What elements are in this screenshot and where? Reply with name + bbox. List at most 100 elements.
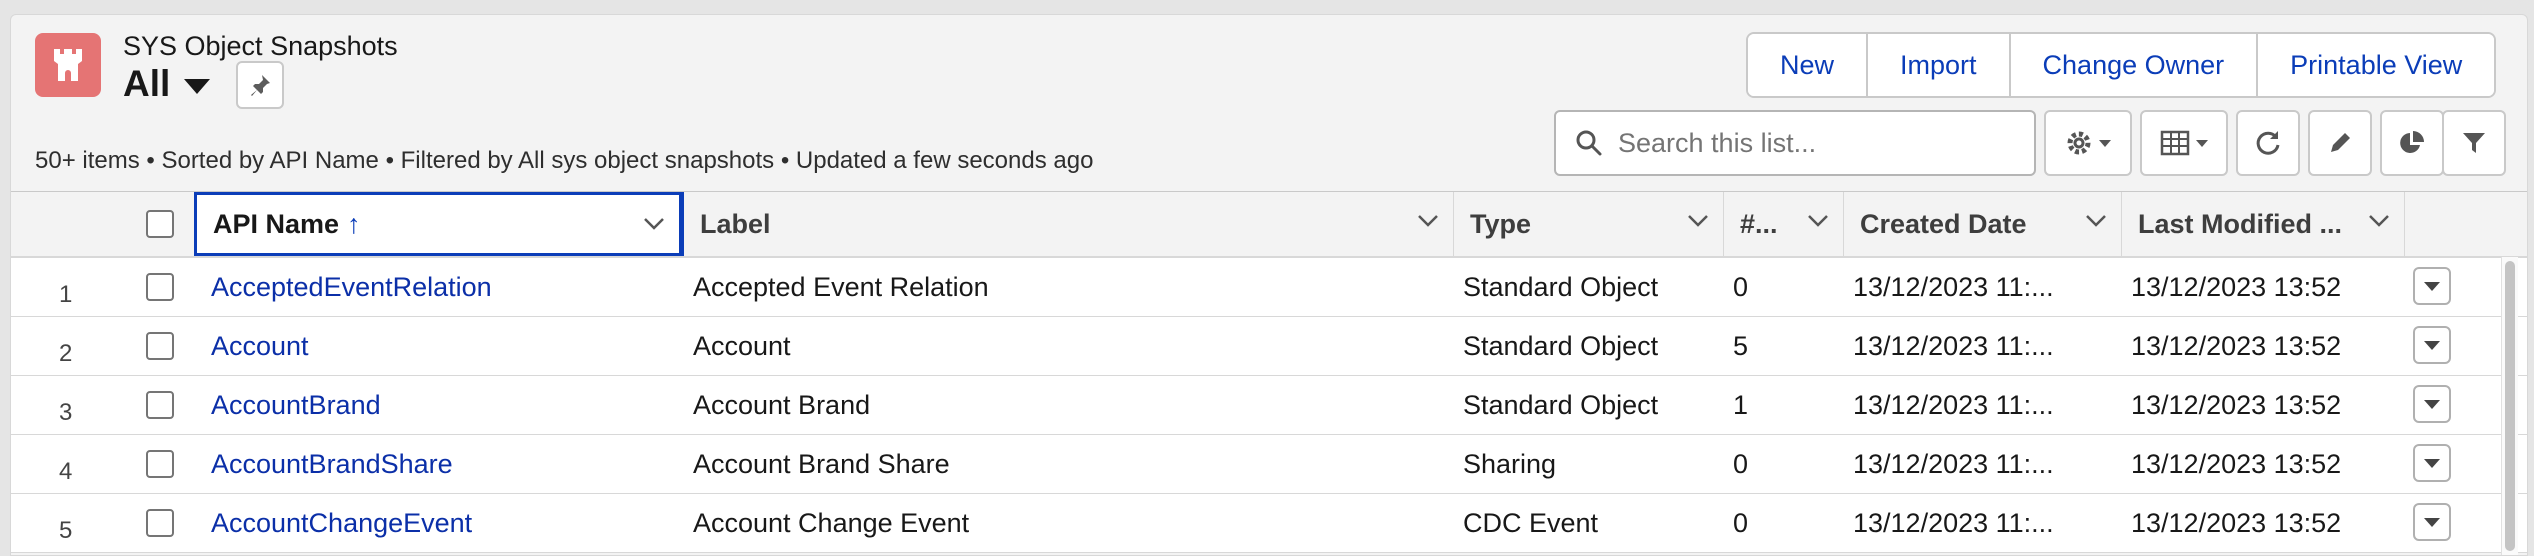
created-date-cell: 13/12/2023 11:... [1853, 330, 2054, 361]
created-date-cell: 13/12/2023 11:... [1853, 448, 2054, 479]
count-cell: 0 [1733, 271, 1749, 302]
list-settings-button[interactable] [2044, 110, 2132, 176]
pencil-icon [2331, 133, 2350, 152]
column-label: Type [1470, 208, 1532, 239]
table-icon [2160, 130, 2190, 156]
row-number: 4 [59, 458, 73, 485]
chevron-down-icon [2424, 281, 2440, 291]
pin-button[interactable] [236, 61, 284, 109]
label-cell: Account Brand Share [693, 448, 950, 479]
chevron-down-icon[interactable] [2085, 214, 2107, 228]
records-table: API Name ↑ Label Type #... Created Date [11, 191, 2527, 553]
row-checkbox[interactable] [146, 258, 174, 316]
type-cell: Standard Object [1463, 330, 1659, 361]
pie-chart-icon [2400, 131, 2424, 153]
gear-icon [2067, 131, 2091, 155]
search-box [1554, 110, 2036, 176]
column-header-last-modified[interactable]: Last Modified ... [2122, 192, 2405, 256]
table-row: 3 AccountBrand Account Brand Standard Ob… [11, 376, 2527, 435]
list-view-name: All [123, 63, 171, 104]
api-name-link[interactable]: AccountBrand [211, 376, 381, 434]
table-row: 5 AccountChangeEvent Account Change Even… [11, 494, 2527, 553]
row-actions-button[interactable] [2413, 326, 2451, 364]
scrollbar-thumb[interactable] [2505, 261, 2515, 551]
display-as-button[interactable] [2140, 110, 2228, 176]
charts-button[interactable] [2380, 110, 2444, 176]
row-actions-button[interactable] [2413, 503, 2451, 541]
table-row: 2 Account Account Standard Object 5 13/1… [11, 317, 2527, 376]
refresh-icon [2256, 131, 2280, 155]
list-view-selector[interactable]: All [123, 63, 211, 105]
new-button[interactable]: New [1748, 34, 1867, 96]
table-row: 1 AcceptedEventRelation Accepted Event R… [11, 258, 2527, 317]
column-header-count[interactable]: #... [1724, 192, 1844, 256]
row-checkbox[interactable] [146, 435, 174, 493]
chevron-down-icon [2424, 340, 2440, 350]
type-cell: Standard Object [1463, 271, 1659, 302]
chevron-down-icon[interactable] [1687, 214, 1709, 228]
created-date-cell: 13/12/2023 11:... [1853, 389, 2054, 420]
chevron-down-icon [2424, 517, 2440, 527]
column-label: API Name [213, 208, 340, 239]
created-date-cell: 13/12/2023 11:... [1853, 271, 2054, 302]
list-info-line: 50+ items • Sorted by API Name • Filtere… [35, 147, 1094, 174]
list-view-card: SYS Object Snapshots All 50+ items • Sor… [10, 14, 2528, 556]
select-all-checkbox[interactable] [146, 210, 174, 238]
row-checkbox[interactable] [146, 494, 174, 552]
column-label: #... [1740, 208, 1778, 239]
chevron-down-icon [2196, 139, 2208, 147]
label-cell: Account Change Event [693, 507, 970, 538]
table-body: 1 AcceptedEventRelation Accepted Event R… [11, 258, 2527, 553]
row-checkbox[interactable] [146, 317, 174, 375]
column-header-label[interactable]: Label [684, 192, 1454, 256]
label-cell: Account Brand [693, 389, 871, 420]
api-name-link[interactable]: AcceptedEventRelation [211, 258, 492, 316]
type-cell: CDC Event [1463, 507, 1599, 538]
refresh-button[interactable] [2236, 110, 2300, 176]
column-label: Created Date [1860, 208, 2027, 239]
edit-list-button[interactable] [2308, 110, 2372, 176]
chevron-down-icon [2424, 399, 2440, 409]
column-label: Label [700, 208, 771, 239]
column-label: Last Modified ... [2138, 208, 2343, 239]
search-input[interactable] [1616, 126, 2020, 160]
row-actions-button[interactable] [2413, 444, 2451, 482]
last-modified-cell: 13/12/2023 13:52 [2131, 330, 2342, 361]
api-name-link[interactable]: AccountChangeEvent [211, 494, 472, 552]
type-cell: Standard Object [1463, 389, 1659, 420]
label-cell: Accepted Event Relation [693, 271, 989, 302]
last-modified-cell: 13/12/2023 13:52 [2131, 507, 2342, 538]
last-modified-cell: 13/12/2023 13:52 [2131, 448, 2342, 479]
row-actions-button[interactable] [2413, 385, 2451, 423]
last-modified-cell: 13/12/2023 13:52 [2131, 389, 2342, 420]
change-owner-button[interactable]: Change Owner [2008, 34, 2257, 96]
label-cell: Account [693, 330, 791, 361]
vertical-scrollbar[interactable] [2501, 257, 2518, 555]
row-actions-button[interactable] [2413, 267, 2451, 305]
filters-button[interactable] [2442, 110, 2506, 176]
chevron-down-icon[interactable] [1807, 214, 1829, 228]
api-name-link[interactable]: Account [211, 317, 309, 375]
row-number: 1 [59, 281, 73, 308]
api-name-link[interactable]: AccountBrandShare [211, 435, 453, 493]
table-row: 4 AccountBrandShare Account Brand Share … [11, 435, 2527, 494]
count-cell: 0 [1733, 507, 1749, 538]
object-name: SYS Object Snapshots [123, 31, 398, 61]
column-header-api-name[interactable]: API Name ↑ [194, 192, 684, 256]
chevron-down-icon[interactable] [2368, 214, 2390, 228]
import-button[interactable]: Import [1866, 34, 2009, 96]
chevron-down-icon [2099, 139, 2111, 147]
search-icon [1576, 130, 1602, 156]
chevron-down-icon[interactable] [1417, 214, 1439, 228]
row-number: 2 [59, 340, 73, 367]
chevron-down-icon[interactable] [643, 217, 665, 231]
row-number: 5 [59, 517, 73, 544]
printable-view-button[interactable]: Printable View [2256, 34, 2495, 96]
caret-down-icon [184, 78, 211, 94]
action-button-group: New Import Change Owner Printable View [1746, 32, 2497, 98]
column-header-type[interactable]: Type [1454, 192, 1724, 256]
row-checkbox[interactable] [146, 376, 174, 434]
chevron-down-icon [2424, 458, 2440, 468]
sort-ascending-icon: ↑ [347, 208, 361, 239]
column-header-created-date[interactable]: Created Date [1844, 192, 2122, 256]
